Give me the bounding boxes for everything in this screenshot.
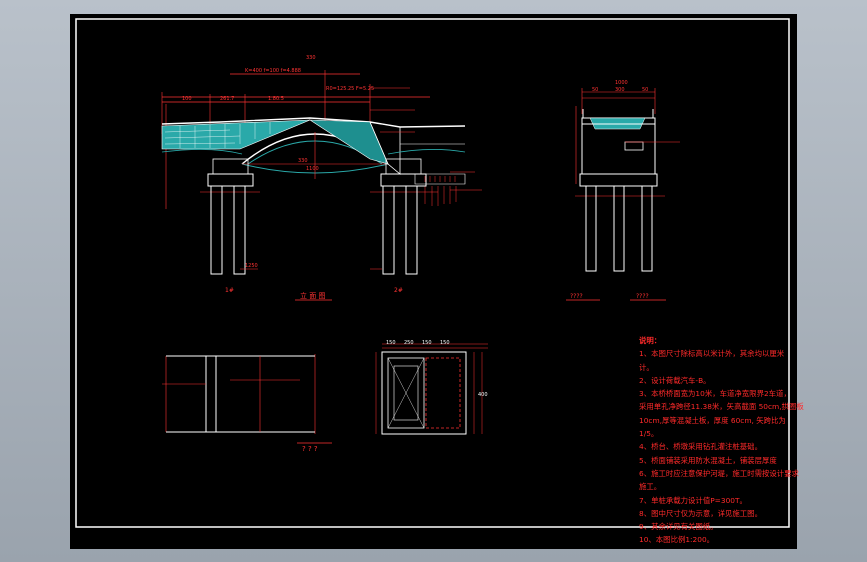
svg-text:400: 400: [478, 392, 488, 398]
note-line: 计。: [639, 362, 654, 372]
svg-text:250: 250: [404, 340, 414, 346]
svg-text:50: 50: [642, 87, 648, 93]
note-line: 采用单孔净跨径11.38米，矢高截面 50cm,拱圈板: [639, 402, 804, 412]
elevation-view: [161, 70, 482, 301]
note-line: 1/5。: [639, 429, 659, 439]
side-pile-3: [641, 185, 653, 272]
elevation-view-title: 立 面 图: [300, 291, 325, 300]
left-pier-cap: [207, 173, 254, 187]
notes-title: 说明：: [639, 336, 662, 345]
svg-text:300: 300: [615, 87, 625, 93]
plan-view-title: ? ? ?: [302, 445, 318, 453]
svg-text:1000: 1000: [615, 80, 628, 86]
side-pier-cap: [579, 173, 658, 187]
svg-text:50: 50: [592, 87, 598, 93]
note-line: 7、单桩承载力设计值P=300T。: [639, 495, 747, 505]
left-pile-2: [233, 185, 246, 275]
note-line: 2、设计荷载汽车-B。: [639, 375, 711, 385]
note-line: 10cm,厚等混凝土板，厚度 60cm, 矢跨比为: [639, 415, 786, 425]
right-pile-2: [405, 185, 418, 275]
right-pile-1: [382, 185, 395, 275]
dim-top-total: 330: [306, 55, 316, 61]
side-pile-1: [585, 185, 597, 272]
note-line: 5、桥面铺装采用防水混凝土，铺装层厚度: [639, 455, 777, 465]
svg-text:150: 150: [422, 340, 432, 346]
plan-pier-left: [205, 355, 217, 433]
svg-text:K=400 f=100 f=4.888: K=400 f=100 f=4.888: [245, 68, 301, 74]
side-view: [566, 88, 680, 301]
svg-text:R0=125.25 F=5.25: R0=125.25 F=5.25: [326, 86, 374, 92]
note-line: 施工。: [639, 482, 662, 492]
svg-text:330: 330: [298, 158, 308, 164]
design-notes: 说明： 1、本图尺寸除标高以米计外，其余均以厘米 计。 2、设计荷载汽车-B。 …: [639, 334, 804, 547]
svg-text:150: 150: [440, 340, 450, 346]
plan-view: [162, 354, 332, 444]
pier-plan-view: [375, 343, 488, 435]
pier-label-left: 1#: [225, 287, 234, 294]
svg-text:150: 150: [386, 340, 396, 346]
svg-text:1100: 1100: [306, 166, 319, 172]
svg-text:1.80.5: 1.80.5: [268, 96, 284, 102]
note-line: 4、桥台、桥墩采用钻孔灌注桩基础。: [639, 442, 762, 452]
side-view-right-title: ????: [636, 293, 649, 300]
note-line: 8、图中尺寸仅为示意，详见施工图。: [639, 508, 762, 518]
drawing-canvas: 330 100 261.7 1.80.5 K=400 f=100 f=4.888…: [70, 14, 804, 549]
note-line: 10、本图比例1:200。: [639, 535, 715, 545]
side-pile-2: [613, 185, 625, 272]
svg-text:261.7: 261.7: [220, 96, 234, 102]
pier-label-right: 2#: [394, 287, 403, 294]
note-line: 1、本图尺寸除标高以米计外，其余均以厘米: [639, 349, 785, 359]
svg-text:1250: 1250: [245, 263, 258, 269]
note-line: 9、其余详见有关图纸。: [639, 522, 718, 532]
note-line: 3、本桥桥面宽为10米，车道净宽限界2车道，: [639, 389, 791, 399]
note-line: 6、施工时应注意保护河堤，施工时需按设计要求: [639, 468, 799, 478]
left-pile-1: [210, 185, 223, 275]
svg-text:100: 100: [182, 96, 192, 102]
side-view-left-title: ????: [570, 293, 583, 300]
